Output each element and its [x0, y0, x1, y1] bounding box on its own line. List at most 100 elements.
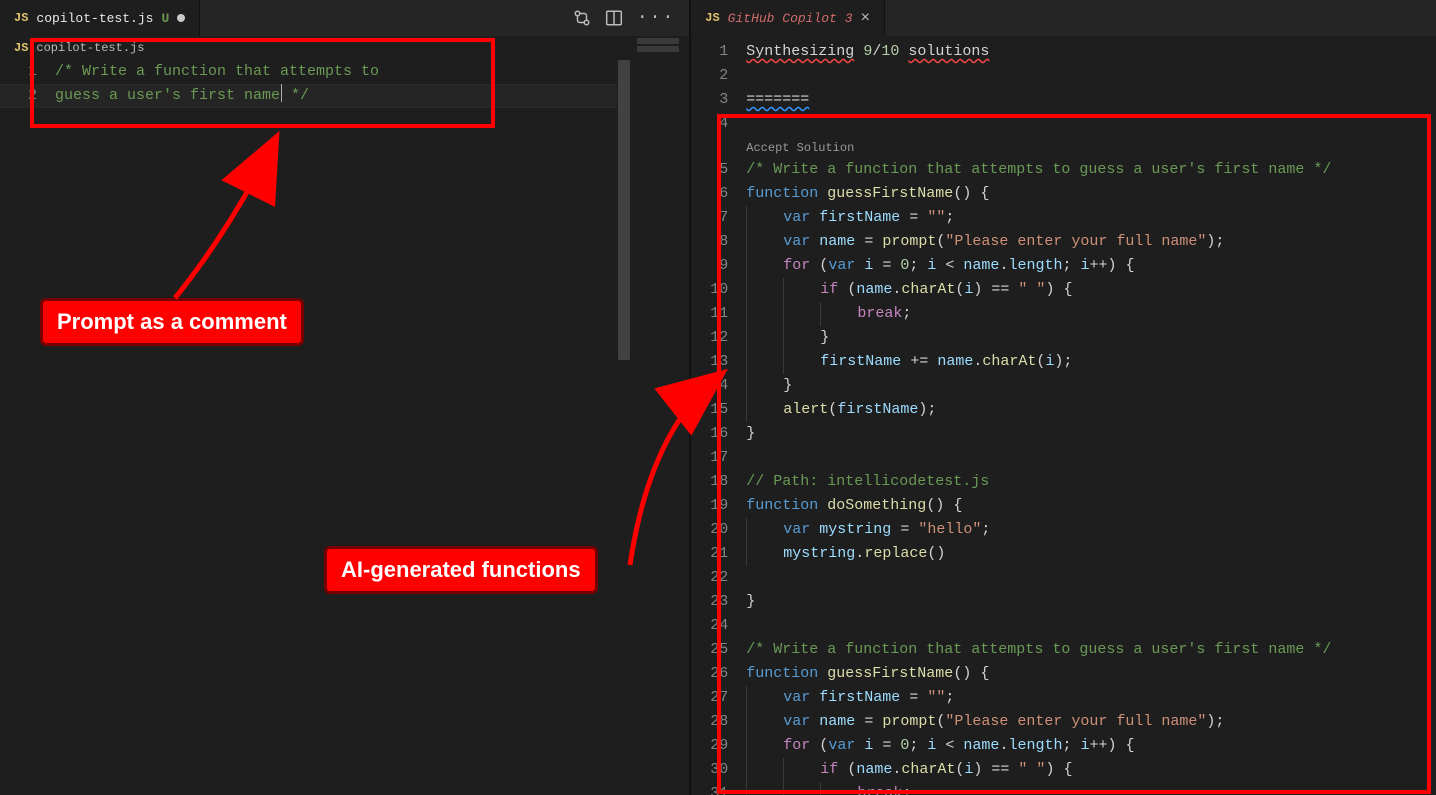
line-number: 28 [691, 710, 728, 734]
code-line[interactable]: } [746, 326, 1436, 350]
code-token: = [855, 230, 882, 254]
code-line[interactable] [746, 446, 1436, 470]
code-line[interactable]: function guessFirstName() { [746, 662, 1436, 686]
code-token: . [999, 734, 1008, 758]
code-line[interactable]: for (var i = 0; i < name.length; i++) { [746, 734, 1436, 758]
code-token: ++) { [1090, 734, 1135, 758]
code-token: var [783, 686, 819, 710]
code-line[interactable]: // Path: intellicodetest.js [746, 470, 1436, 494]
code-line[interactable] [746, 64, 1436, 88]
code-line[interactable]: var mystring = "hello"; [746, 518, 1436, 542]
code-token: Synthesizing [746, 40, 854, 64]
code-line[interactable]: function doSomething() { [746, 494, 1436, 518]
code-line[interactable]: var name = prompt("Please enter your ful… [746, 710, 1436, 734]
tab-bar-left: JS copilot-test.js U ··· [0, 0, 689, 36]
code-token: ; [945, 206, 954, 230]
more-icon[interactable]: ··· [637, 8, 675, 28]
code-line[interactable] [746, 614, 1436, 638]
code-token: function [746, 662, 827, 686]
code-token: = [891, 518, 918, 542]
code-line[interactable]: Accept Solution [746, 136, 1436, 158]
code-line[interactable]: /* Write a function that attempts to gue… [746, 638, 1436, 662]
code-token: for [783, 734, 819, 758]
code-line[interactable]: guess a user's first name */ [55, 84, 689, 108]
code-line[interactable]: var firstName = ""; [746, 686, 1436, 710]
code-token: guess a user's first name [55, 84, 280, 108]
code-token: 0 [900, 254, 909, 278]
breadcrumb[interactable]: JS copilot-test.js [0, 36, 689, 60]
code-line[interactable]: ======= [746, 88, 1436, 112]
compare-changes-icon[interactable] [573, 9, 591, 27]
code-token: /* Write a function that attempts to gue… [746, 638, 1331, 662]
code-token: i [927, 734, 936, 758]
code-line[interactable]: break; [746, 782, 1436, 795]
line-gutter: 12 [0, 60, 55, 795]
code-line[interactable]: if (name.charAt(i) == " ") { [746, 758, 1436, 782]
code-line[interactable]: /* Write a function that attempts to gue… [746, 158, 1436, 182]
code-line[interactable]: Synthesizing 9/10 solutions [746, 40, 1436, 64]
minimap[interactable] [631, 36, 689, 795]
code-line[interactable]: /* Write a function that attempts to [55, 60, 689, 84]
code-editor-right[interactable]: 1234567891011121314151617181920212223242… [691, 36, 1436, 795]
code-line[interactable]: for (var i = 0; i < name.length; i++) { [746, 254, 1436, 278]
line-number: 13 [691, 350, 728, 374]
code-token: ( [1036, 350, 1045, 374]
code-line[interactable]: } [746, 374, 1436, 398]
line-number: 31 [691, 782, 728, 795]
split-editor-icon[interactable] [605, 9, 623, 27]
code-token: var [783, 710, 819, 734]
code-line[interactable]: } [746, 422, 1436, 446]
editor-pane-left: JS copilot-test.js U ··· [0, 0, 689, 795]
code-token: var [828, 254, 864, 278]
code-token: ( [828, 398, 837, 422]
code-line[interactable]: var name = prompt("Please enter your ful… [746, 230, 1436, 254]
tab-actions: ··· [559, 0, 689, 36]
tab-copilot-suggestions[interactable]: JS GitHub Copilot 3 × [691, 0, 885, 36]
code-line[interactable] [746, 112, 1436, 136]
code-line[interactable]: var firstName = ""; [746, 206, 1436, 230]
tab-bar-right: JS GitHub Copilot 3 × [691, 0, 1436, 36]
code-token: break [857, 782, 902, 795]
code-token: length [1008, 734, 1062, 758]
code-token: "hello" [918, 518, 981, 542]
code-token: ; [1062, 254, 1080, 278]
code-line[interactable]: function guessFirstName() { [746, 182, 1436, 206]
js-icon: JS [14, 11, 28, 25]
close-icon[interactable]: × [861, 10, 871, 26]
code-body[interactable]: /* Write a function that attempts togues… [55, 60, 689, 795]
tab-copilot-test[interactable]: JS copilot-test.js U [0, 0, 200, 36]
code-token: ( [936, 230, 945, 254]
dirty-indicator-icon [177, 14, 185, 22]
code-token: var [828, 734, 864, 758]
code-token: alert [783, 398, 828, 422]
code-editor-left[interactable]: 12 /* Write a function that attempts tog… [0, 60, 689, 795]
code-token: ; [909, 734, 927, 758]
code-token: . [892, 758, 901, 782]
line-number: 16 [691, 422, 728, 446]
code-line[interactable]: } [746, 590, 1436, 614]
line-number: 14 [691, 374, 728, 398]
editor-pane-right: JS GitHub Copilot 3 × 123456789101112131… [691, 0, 1436, 795]
line-number: 15 [691, 398, 728, 422]
code-token: = [900, 206, 927, 230]
line-number: 18 [691, 470, 728, 494]
code-line[interactable]: alert(firstName); [746, 398, 1436, 422]
code-token: ( [955, 758, 964, 782]
vertical-scrollbar[interactable] [617, 60, 631, 795]
line-number: 17 [691, 446, 728, 470]
code-line[interactable]: if (name.charAt(i) == " ") { [746, 278, 1436, 302]
code-token: var [783, 230, 819, 254]
code-token: } [746, 590, 755, 614]
line-number: 11 [691, 302, 728, 326]
code-token: firstName [820, 350, 901, 374]
code-line[interactable]: mystring.replace() [746, 542, 1436, 566]
code-token: . [855, 542, 864, 566]
code-token: // Path: intellicodetest.js [746, 470, 989, 494]
code-line[interactable] [746, 566, 1436, 590]
code-token: ; [902, 302, 911, 326]
code-line[interactable]: break; [746, 302, 1436, 326]
line-number: 8 [691, 230, 728, 254]
codelens-accept-solution[interactable]: Accept Solution [746, 136, 854, 158]
code-body[interactable]: Synthesizing 9/10 solutions ======= Accept… [746, 40, 1436, 795]
code-line[interactable]: firstName += name.charAt(i); [746, 350, 1436, 374]
